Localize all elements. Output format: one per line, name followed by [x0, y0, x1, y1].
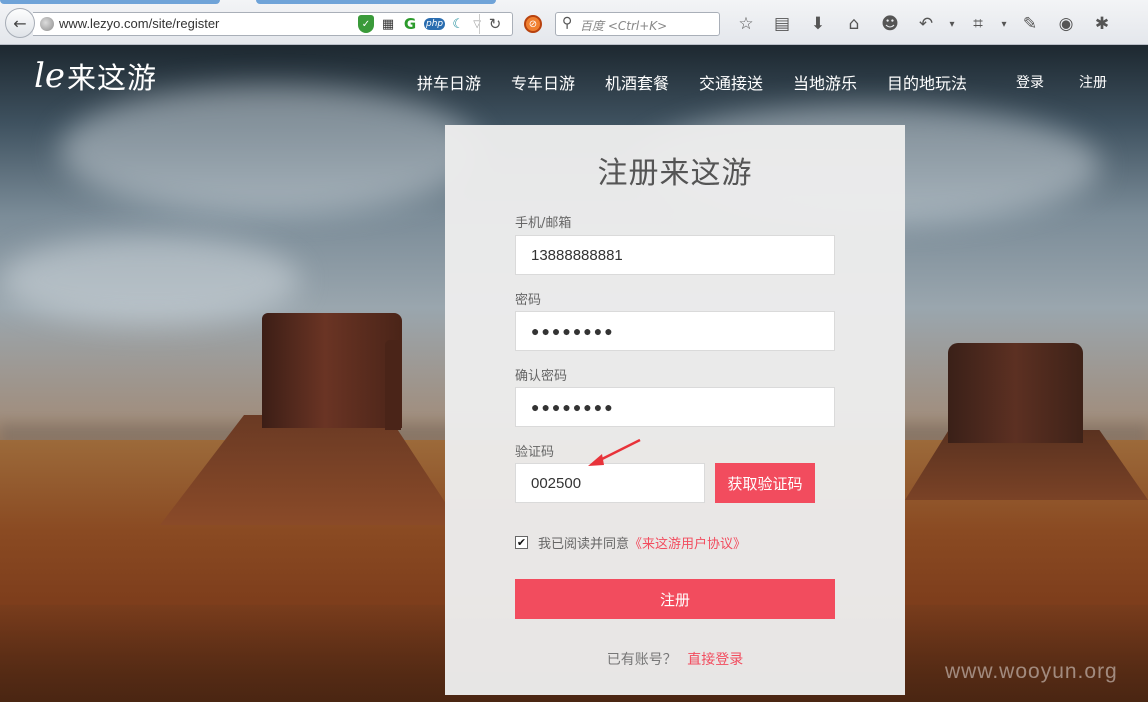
- home-icon[interactable]: ⌂: [836, 14, 872, 34]
- captcha-input[interactable]: 002500: [515, 463, 705, 503]
- agree-text: 我已阅读并同意: [538, 536, 630, 552]
- crop-icon[interactable]: ⌗: [960, 14, 996, 34]
- avatar-icon[interactable]: ◉: [1048, 14, 1084, 34]
- nav-item-destination-guide[interactable]: 目的地玩法: [887, 70, 967, 94]
- star-icon[interactable]: ☆: [728, 14, 764, 34]
- shield-icon[interactable]: ✓: [358, 15, 374, 33]
- account-value: 13888888881: [531, 246, 623, 264]
- wave-icon[interactable]: ☾: [451, 15, 465, 33]
- nav-item-local-fun[interactable]: 当地游乐: [793, 70, 857, 94]
- cloud: [0, 235, 300, 325]
- tab[interactable]: [256, 0, 496, 4]
- have-account-text: 已有账号？: [606, 652, 677, 668]
- butte-spire: [385, 340, 401, 430]
- register-submit-button[interactable]: 注册: [515, 579, 835, 619]
- cloud: [60, 85, 480, 215]
- php-icon[interactable]: php: [424, 18, 446, 30]
- back-button[interactable]: ←: [5, 8, 35, 38]
- divider: [479, 14, 480, 34]
- dropdown-icon[interactable]: ▽: [471, 15, 483, 33]
- confirm-password-input[interactable]: ●●●●●●●●: [515, 387, 835, 427]
- nav-item-transfer[interactable]: 交通接送: [699, 70, 763, 94]
- back-arrow-icon: ←: [13, 13, 27, 33]
- nav-item-private-car-day-tour[interactable]: 专车日游: [511, 70, 575, 94]
- toolbar-icons: ☆ ▤ ⬇ ⌂ ☻ ↶ ▾ ⌗ ▾ ✎ ◉ ✱: [728, 12, 1120, 36]
- comment-icon[interactable]: ✎: [1012, 14, 1048, 34]
- captcha-value: 002500: [531, 474, 582, 492]
- extension-icon[interactable]: ✱: [1084, 14, 1120, 34]
- chat-icon[interactable]: ☻: [872, 14, 908, 34]
- login-prompt: 已有账号？ 直接登录: [445, 649, 905, 669]
- register-link[interactable]: 注册: [1079, 72, 1107, 92]
- nav-item-carpool-day-tour[interactable]: 拼车日游: [417, 70, 481, 94]
- confirm-password-label: 确认密码: [515, 369, 568, 384]
- user-agreement-link[interactable]: 《来这游用户协议》: [629, 533, 746, 552]
- address-bar-icons: ✓ ▦ G php ☾ ▽: [358, 14, 483, 34]
- chevron-down-icon[interactable]: ▾: [944, 15, 960, 33]
- browser-toolbar: ← www.lezyo.com/site/register ✓ ▦ G php …: [0, 0, 1148, 45]
- nav-item-flight-hotel-package[interactable]: 机酒套餐: [605, 70, 669, 94]
- qr-code-icon[interactable]: ▦: [380, 15, 396, 33]
- password-input[interactable]: ●●●●●●●●: [515, 311, 835, 351]
- search-placeholder[interactable]: 百度 <Ctrl+K>: [580, 17, 667, 34]
- main-nav: 拼车日游 专车日游 机酒套餐 交通接送 当地游乐 目的地玩法 登录 注册: [0, 70, 1148, 94]
- reload-icon[interactable]: ↻: [486, 15, 504, 33]
- agree-checkbox[interactable]: ✔: [515, 535, 528, 549]
- password-label: 密码: [515, 293, 542, 308]
- tab[interactable]: [0, 0, 220, 4]
- password-value: ●●●●●●●●: [531, 323, 615, 339]
- undo-icon[interactable]: ↶: [908, 14, 944, 34]
- download-icon[interactable]: ⬇: [800, 14, 836, 34]
- direct-login-link[interactable]: 直接登录: [687, 652, 743, 668]
- annotation-arrow-icon: [588, 438, 641, 466]
- tab-strip: [0, 0, 1148, 5]
- grammarly-icon[interactable]: G: [402, 15, 418, 33]
- url-text[interactable]: www.lezyo.com/site/register: [59, 16, 219, 31]
- adblock-icon[interactable]: ⊘: [524, 15, 542, 33]
- captcha-label: 验证码: [515, 445, 555, 460]
- watermark: www.wooyun.org: [945, 660, 1118, 683]
- confirm-password-value: ●●●●●●●●: [531, 399, 615, 415]
- butte: [948, 343, 1083, 443]
- agreement-row: ✔ 我已阅读并同意 《来这游用户协议》: [515, 533, 746, 552]
- account-input[interactable]: 13888888881: [515, 235, 835, 275]
- reading-list-icon[interactable]: ▤: [764, 14, 800, 34]
- account-label: 手机/邮箱: [515, 216, 572, 231]
- search-icon: ⚲: [562, 15, 573, 31]
- chevron-down-icon[interactable]: ▾: [996, 15, 1012, 33]
- page-title: 注册来这游: [597, 156, 753, 191]
- butte: [262, 313, 402, 428]
- globe-icon: [40, 17, 54, 31]
- get-code-button[interactable]: 获取验证码: [715, 463, 815, 503]
- login-link[interactable]: 登录: [1016, 72, 1044, 92]
